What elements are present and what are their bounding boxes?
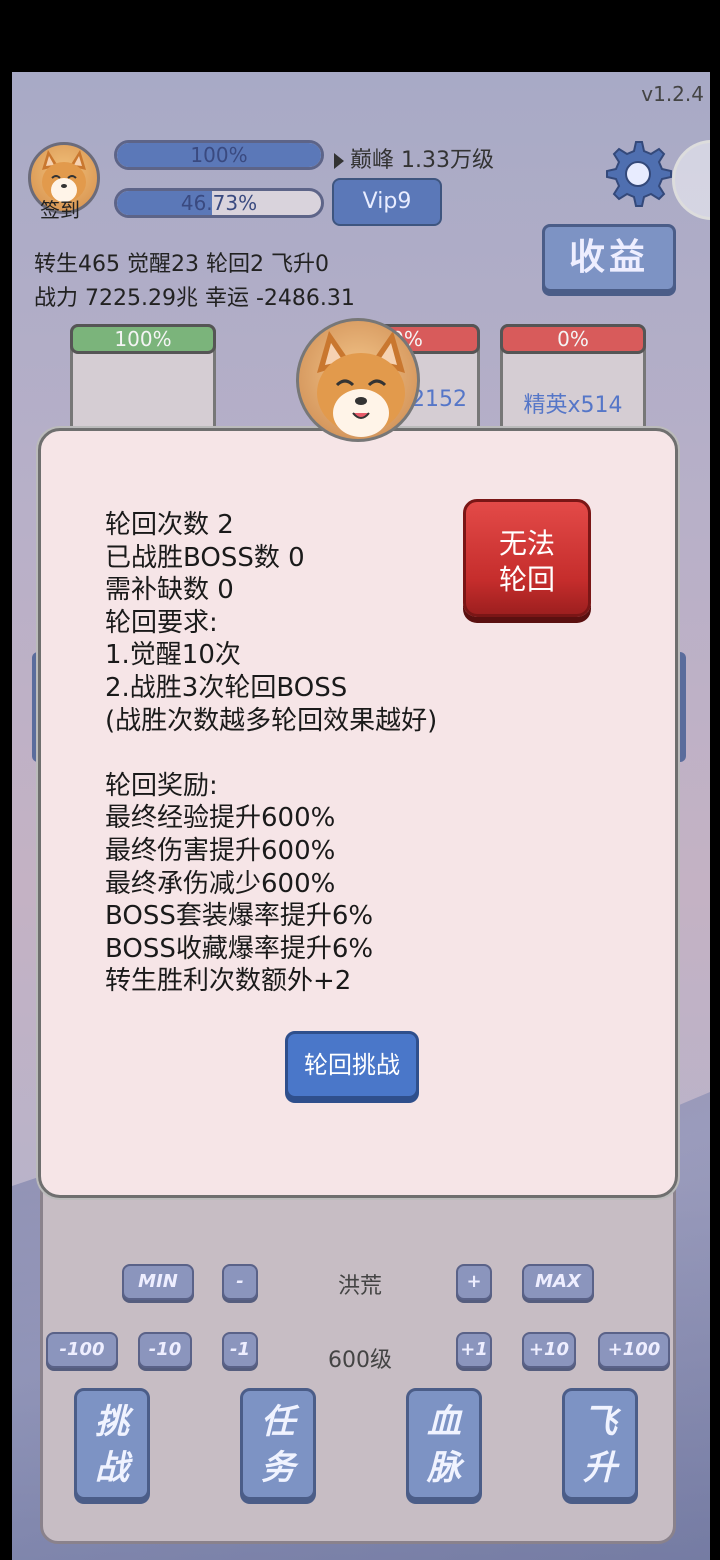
exp-bar-text: 46.73% [180,191,258,215]
region-label: 洪荒 [337,1274,382,1299]
nav-label-top: 挑 [95,1402,129,1442]
nav-label-bottom: 脉 [427,1448,461,1488]
nav-label-bottom: 战 [95,1448,129,1488]
plus-1-button[interactable]: +1 [456,1332,492,1368]
status-bar [0,0,720,72]
info-line: BOSS收藏爆率提升6% [105,933,374,964]
info-line: 2.战胜3次轮回BOSS [105,672,348,703]
info-line: (战胜次数越多轮回效果越好) [105,705,438,736]
cannot-label-line1: 无法 [498,527,555,560]
peak-level: 巅峰 1.33万级 [334,142,494,174]
info-line: 最终经验提升600% [105,803,336,834]
gear-icon[interactable] [600,136,672,208]
nav-label-top: 飞 [583,1402,617,1442]
hp-bar-text: 100% [190,143,248,167]
nav-label-bottom: 务 [261,1448,295,1488]
plus-button[interactable]: + [456,1264,492,1300]
nav-task-button[interactable]: 任 务 [240,1388,316,1500]
nav-ascend-button[interactable]: 飞 升 [562,1388,638,1500]
plus-10-button[interactable]: +10 [522,1332,576,1368]
info-line: 最终承伤减少600% [105,868,336,899]
minus-100-button[interactable]: -100 [46,1332,118,1368]
sign-in-label[interactable]: 签到 [40,194,80,223]
reincarnation-challenge-button[interactable]: 轮回挑战 [285,1031,419,1099]
info-line: 轮回奖励: [105,770,218,801]
stats-line-1: 转生465 觉醒23 轮回2 飞升0 [34,252,329,277]
info-line: BOSS套装爆率提升6% [105,901,374,932]
reincarnation-info: 轮回次数 2 已战胜BOSS数 0 需补缺数 0 轮回要求: 1.觉醒10次 2… [105,509,437,998]
plus-100-button[interactable]: +100 [598,1332,670,1368]
stats-line-2: 战力 7225.29兆 幸运 -2486.31 [34,286,355,311]
peak-level-text: 巅峰 1.33万级 [350,148,494,173]
version-label: v1.2.4 [641,82,704,106]
cannot-reincarnate-button[interactable]: 无法 轮回 [463,499,591,617]
info-line: 最终伤害提升600% [105,835,336,866]
nav-bloodline-button[interactable]: 血 脉 [406,1388,482,1500]
side-menu-button[interactable] [672,140,710,220]
max-button[interactable]: MAX [522,1264,594,1300]
nav-label-top: 血 [427,1402,461,1442]
card-label: 精英x514 [523,393,623,418]
minus-1-button[interactable]: -1 [222,1332,258,1368]
info-line: 1.觉醒10次 [105,640,241,671]
exp-bar: 46.73% [114,188,324,218]
info-line: 需补缺数 0 [105,575,234,606]
level-label: 600级 [328,1348,392,1373]
info-line: 轮回次数 2 [105,510,234,540]
nav-label-top: 任 [261,1402,295,1442]
info-line: 转生胜利次数额外+2 [105,966,352,997]
info-line: 轮回要求: [105,607,218,638]
card-progress: 100% [70,324,216,354]
minus-10-button[interactable]: -10 [138,1332,192,1368]
card-progress: 0% [500,324,646,354]
cannot-label-line2: 轮回 [498,563,555,596]
income-button[interactable]: 收益 [542,224,676,292]
boss-avatar[interactable] [296,318,420,442]
hp-bar: 100% [114,140,324,170]
arrow-right-icon [334,153,344,169]
minus-button[interactable]: - [222,1264,258,1300]
monster-card-normal[interactable]: 100% [70,324,216,434]
nav-challenge-button[interactable]: 挑 战 [74,1388,150,1500]
reincarnation-dialog: 轮回次数 2 已战胜BOSS数 0 需补缺数 0 轮回要求: 1.觉醒10次 2… [38,428,678,1198]
min-button[interactable]: MIN [122,1264,194,1300]
nav-label-bottom: 升 [583,1448,617,1488]
info-line: 已战胜BOSS数 0 [105,542,305,573]
monster-card-elite[interactable]: 0% 精英x514 [500,324,646,444]
vip-button[interactable]: Vip9 [332,178,442,226]
